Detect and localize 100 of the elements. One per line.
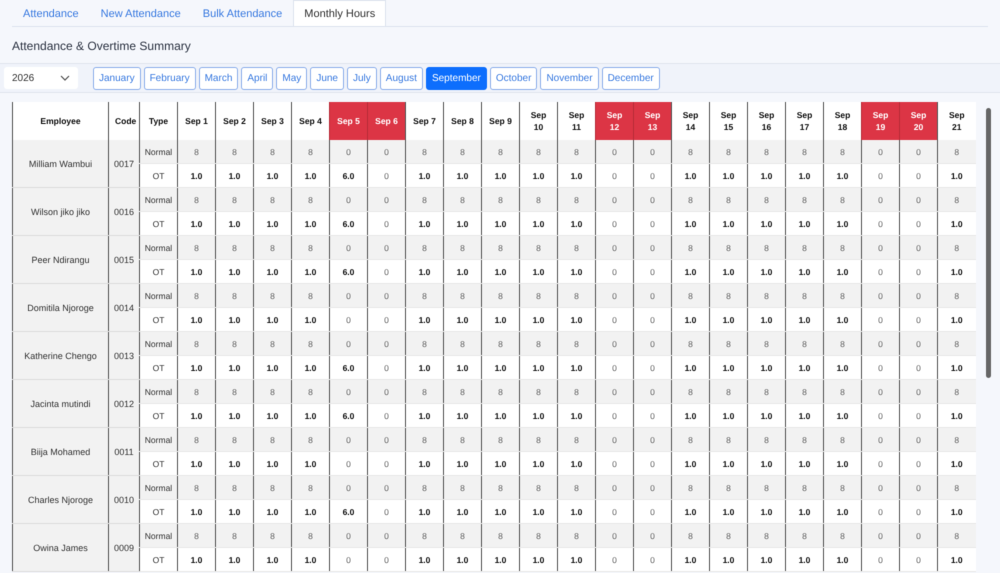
- hours-cell: 0: [596, 188, 634, 212]
- hours-cell: 8: [254, 284, 292, 308]
- hours-cell: 1.0: [748, 212, 786, 236]
- hours-cell: 8: [520, 284, 558, 308]
- hours-cell: 1.0: [406, 308, 444, 332]
- hours-cell: 1.0: [938, 452, 976, 476]
- hours-cell: 0: [596, 332, 634, 356]
- hours-cell: 1.0: [520, 548, 558, 572]
- hours-cell: 8: [520, 524, 558, 548]
- hours-cell: 8: [406, 188, 444, 212]
- hours-cell: 0: [862, 452, 900, 476]
- tab[interactable]: New Attendance: [90, 0, 192, 26]
- hours-cell: 0: [330, 140, 368, 164]
- hours-cell: 8: [748, 332, 786, 356]
- type-cell: Normal: [140, 380, 178, 404]
- hours-cell: 8: [444, 524, 482, 548]
- month-button[interactable]: September: [426, 66, 487, 90]
- hours-cell: 0: [596, 524, 634, 548]
- hours-cell: 8: [824, 524, 862, 548]
- type-cell: Normal: [140, 236, 178, 260]
- hours-cell: 8: [748, 476, 786, 500]
- hours-cell: 8: [406, 140, 444, 164]
- month-button[interactable]: July: [347, 66, 377, 90]
- hours-cell: 8: [710, 476, 748, 500]
- hours-cell: 1.0: [748, 500, 786, 524]
- hours-cell: 8: [748, 524, 786, 548]
- hours-cell: 0: [634, 332, 672, 356]
- hours-cell: 1.0: [672, 548, 710, 572]
- scrollbar-thumb[interactable]: [986, 108, 990, 378]
- hours-cell: 0: [900, 380, 938, 404]
- hours-cell: 0: [862, 332, 900, 356]
- hours-cell: 1.0: [406, 404, 444, 428]
- tab[interactable]: Attendance: [12, 0, 90, 26]
- hours-cell: 1.0: [254, 164, 292, 188]
- hours-cell: 1.0: [406, 452, 444, 476]
- hours-cell: 0: [862, 260, 900, 284]
- month-button[interactable]: March: [198, 66, 238, 90]
- hours-cell: 1.0: [824, 260, 862, 284]
- hours-cell: 1.0: [482, 356, 520, 380]
- hours-cell: 8: [558, 380, 596, 404]
- hours-cell: 1.0: [558, 500, 596, 524]
- hours-cell: 8: [520, 380, 558, 404]
- type-cell: OT: [140, 356, 178, 380]
- hours-cell: 1.0: [254, 500, 292, 524]
- hours-cell: 1.0: [254, 452, 292, 476]
- hours-cell: 8: [406, 476, 444, 500]
- hours-cell: 8: [482, 476, 520, 500]
- month-button[interactable]: February: [144, 66, 196, 90]
- hours-cell: 8: [748, 284, 786, 308]
- hours-cell: 8: [786, 524, 824, 548]
- hours-cell: 0: [368, 404, 406, 428]
- year-select[interactable]: 2026: [4, 67, 78, 89]
- day-header: Sep 12: [596, 102, 634, 140]
- month-button[interactable]: October: [490, 66, 538, 90]
- month-button[interactable]: May: [276, 66, 308, 90]
- month-button[interactable]: June: [310, 66, 344, 90]
- hours-cell: 8: [406, 428, 444, 452]
- hours-cell: 0: [900, 548, 938, 572]
- employee-name: Wilson jiko jiko: [12, 188, 108, 236]
- employee-name: Biija Mohamed: [12, 428, 108, 476]
- hours-cell: 8: [406, 236, 444, 260]
- hours-cell: 0: [596, 356, 634, 380]
- hours-cell: 1.0: [292, 404, 330, 428]
- month-button[interactable]: August: [380, 66, 423, 90]
- month-button[interactable]: April: [241, 66, 274, 90]
- hours-cell: 1.0: [938, 500, 976, 524]
- hours-cell: 1.0: [520, 260, 558, 284]
- hours-cell: 1.0: [292, 548, 330, 572]
- hours-cell: 1.0: [482, 500, 520, 524]
- hours-cell: 8: [672, 380, 710, 404]
- hours-cell: 0: [368, 500, 406, 524]
- month-button[interactable]: November: [540, 66, 599, 90]
- month-button[interactable]: December: [602, 66, 660, 90]
- hours-cell: 0: [634, 164, 672, 188]
- hours-cell: 1.0: [178, 548, 216, 572]
- hours-cell: 1.0: [710, 260, 748, 284]
- hours-cell: 8: [482, 524, 520, 548]
- type-cell: Normal: [140, 284, 178, 308]
- hours-cell: 0: [862, 500, 900, 524]
- hours-cell: 1.0: [786, 500, 824, 524]
- hours-cell: 1.0: [520, 308, 558, 332]
- hours-cell: 0: [634, 452, 672, 476]
- tab[interactable]: Bulk Attendance: [192, 0, 294, 26]
- hours-cell: 0: [634, 308, 672, 332]
- month-button[interactable]: January: [93, 66, 141, 90]
- day-header: Sep 19: [862, 102, 900, 140]
- hours-cell: 0: [862, 428, 900, 452]
- hours-cell: 1.0: [824, 308, 862, 332]
- type-cell: Normal: [140, 188, 178, 212]
- hours-cell: 0: [330, 332, 368, 356]
- employee-code: 0015: [108, 236, 140, 284]
- employee-name: Domitila Njoroge: [12, 284, 108, 332]
- hours-cell: 1.0: [216, 164, 254, 188]
- hours-cell: 1.0: [292, 164, 330, 188]
- hours-cell: 8: [710, 140, 748, 164]
- hours-cell: 1.0: [178, 164, 216, 188]
- type-cell: Normal: [140, 332, 178, 356]
- hours-cell: 1.0: [444, 404, 482, 428]
- type-cell: OT: [140, 164, 178, 188]
- tab[interactable]: Monthly Hours: [293, 0, 386, 26]
